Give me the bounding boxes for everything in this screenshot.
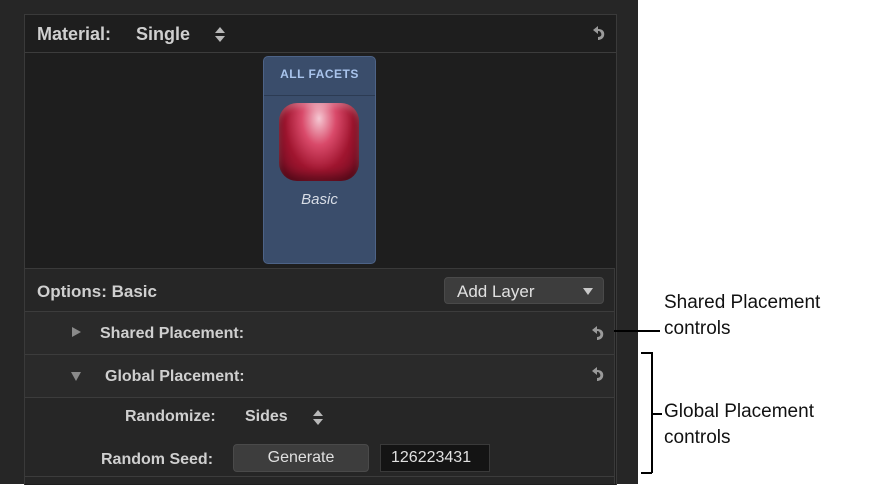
callout-leader-line bbox=[652, 413, 662, 415]
random-seed-field[interactable]: 126223431 bbox=[380, 444, 490, 472]
reset-arrow-icon[interactable] bbox=[588, 324, 606, 342]
shared-placement-label: Shared Placement: bbox=[100, 325, 245, 342]
divider bbox=[264, 95, 375, 96]
divider bbox=[25, 397, 614, 398]
material-label: Material: bbox=[37, 24, 112, 44]
reset-arrow-icon[interactable] bbox=[588, 365, 606, 383]
add-layer-dropdown[interactable]: Add Layer bbox=[444, 277, 604, 304]
disclosure-triangle-icon[interactable] bbox=[72, 327, 81, 337]
facet-title: ALL FACETS bbox=[280, 67, 359, 81]
generate-button[interactable]: Generate bbox=[233, 444, 369, 472]
facet-card-all-facets[interactable]: ALL FACETS Basic bbox=[263, 56, 376, 264]
randomize-label: Randomize: bbox=[125, 408, 216, 425]
randomize-value[interactable]: Sides bbox=[245, 408, 288, 426]
shared-placement-row[interactable]: Shared Placement: bbox=[25, 312, 614, 354]
material-value[interactable]: Single bbox=[136, 24, 190, 45]
callout-shared-placement: Shared Placement controls bbox=[664, 290, 820, 342]
callout-line-1: Shared Placement bbox=[664, 292, 821, 313]
callout-line-2: controls bbox=[664, 427, 731, 448]
add-layer-label: Add Layer bbox=[457, 282, 535, 301]
options-title: Options: Basic bbox=[37, 282, 157, 301]
callout-global-placement: Global Placement controls bbox=[664, 399, 814, 451]
global-placement-label: Global Placement: bbox=[105, 368, 245, 385]
randomize-stepper-icon[interactable] bbox=[313, 410, 323, 426]
divider bbox=[25, 476, 614, 477]
callout-leader-line bbox=[614, 330, 660, 332]
material-stepper-icon[interactable] bbox=[215, 27, 225, 43]
reset-arrow-icon[interactable] bbox=[589, 24, 607, 42]
callout-line-2: controls bbox=[664, 318, 731, 339]
callout-bracket-bottom bbox=[641, 472, 652, 474]
random-seed-label: Random Seed: bbox=[101, 451, 214, 468]
chevron-down-icon bbox=[583, 288, 593, 295]
global-placement-row[interactable]: Global Placement: bbox=[25, 355, 614, 397]
swatch-label: Basic bbox=[301, 191, 338, 208]
divider bbox=[25, 52, 616, 53]
inspector-panel: Material: Single ALL FACETS Basic Option… bbox=[0, 0, 638, 485]
material-swatch[interactable] bbox=[279, 103, 359, 181]
disclosure-triangle-icon[interactable] bbox=[71, 372, 81, 381]
callout-line-1: Global Placement bbox=[664, 401, 814, 422]
